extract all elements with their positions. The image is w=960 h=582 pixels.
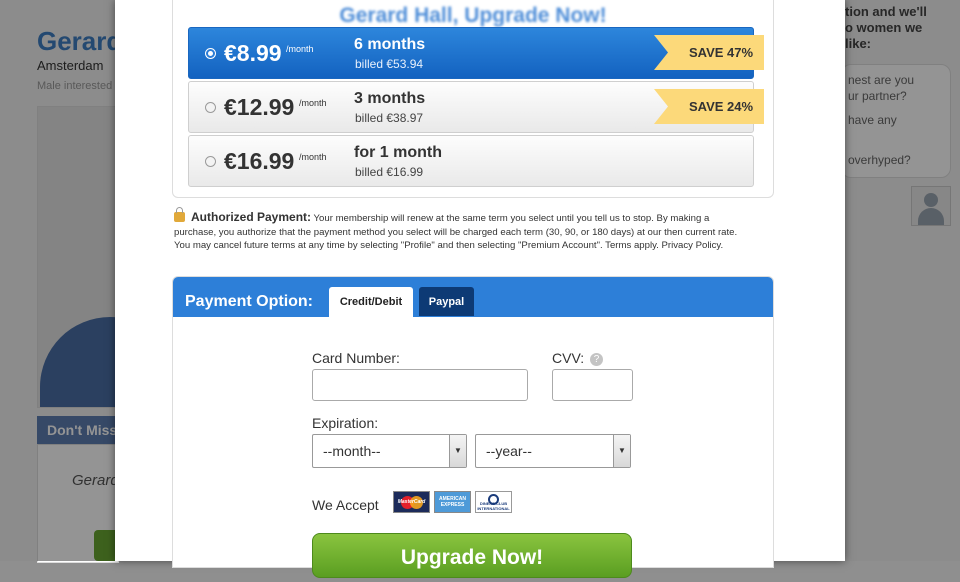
payment-panel: Payment Option: Credit/Debit Paypal Card… (172, 276, 774, 578)
amex-icon: AMERICAN EXPRESS (434, 491, 471, 513)
card-number-input[interactable] (312, 369, 528, 401)
month-select[interactable]: --month-- ▼ (312, 434, 467, 468)
plan-option-6-months[interactable]: €8.99 /month 6 months billed €53.94 SAVE… (188, 27, 764, 79)
mastercard-icon: MasterCard (393, 491, 430, 513)
plan-per: /month (299, 152, 327, 162)
payment-option-label: Payment Option: (185, 293, 314, 310)
plan-price: €8.99 (224, 40, 282, 66)
we-accept-label: We Accept (312, 497, 379, 513)
authorized-payment-notice: Authorized Payment: Your membership will… (174, 207, 754, 253)
diners-text: DINERS CLUB INTERNATIONAL (477, 501, 510, 511)
year-select[interactable]: --year-- ▼ (475, 434, 631, 468)
payment-header: Payment Option: Credit/Debit Paypal (173, 277, 773, 317)
cvv-input[interactable] (552, 369, 633, 401)
help-icon[interactable]: ? (590, 353, 604, 366)
month-select-value: --month-- (323, 443, 381, 459)
plan-option-3-months[interactable]: €12.99 /month 3 months billed €38.97 SAV… (188, 81, 764, 133)
upgrade-now-button[interactable]: Upgrade Now! (312, 533, 632, 578)
lock-icon (174, 207, 185, 222)
chevron-down-icon[interactable]: ▼ (613, 435, 630, 467)
plan-term: 6 months (354, 36, 426, 53)
plan-billed: billed €16.99 (355, 165, 424, 179)
save-badge: SAVE 47% (654, 35, 764, 70)
plan-billed: billed €53.94 (355, 57, 424, 71)
chevron-down-icon[interactable]: ▼ (449, 435, 466, 467)
upgrade-headline: Gerard Hall, Upgrade Now! (339, 4, 607, 27)
upgrade-modal: Gerard Hall, Upgrade Now! €8.99 /month 6… (115, 0, 845, 578)
plan-radio[interactable] (205, 102, 216, 113)
expiration-label: Expiration: (312, 415, 379, 431)
cvv-label-text: CVV: (552, 350, 585, 366)
save-badge: SAVE 24% (654, 89, 764, 124)
plan-price: €12.99 (224, 94, 295, 120)
plan-per: /month (286, 44, 314, 54)
auth-title: Authorized Payment: (191, 210, 312, 224)
plans-box: Gerard Hall, Upgrade Now! €8.99 /month 6… (172, 0, 774, 198)
plan-option-1-month[interactable]: €16.99 /month for 1 month billed €16.99 (188, 135, 754, 187)
card-number-label: Card Number: (312, 350, 400, 366)
plan-term: for 1 month (354, 144, 442, 161)
plan-per: /month (299, 98, 327, 108)
year-select-value: --year-- (486, 443, 532, 459)
plan-billed: billed €38.97 (355, 111, 424, 125)
cvv-label: CVV: ? (552, 350, 604, 366)
tab-credit-debit[interactable]: Credit/Debit (329, 287, 413, 317)
plan-price: €16.99 (224, 148, 295, 174)
tab-paypal[interactable]: Paypal (419, 287, 474, 316)
mastercard-text: MasterCard (397, 499, 426, 505)
diners-club-icon: DINERS CLUB INTERNATIONAL (475, 491, 512, 513)
plan-term: 3 months (354, 90, 426, 107)
plan-radio[interactable] (205, 48, 216, 59)
plan-radio[interactable] (205, 156, 216, 167)
